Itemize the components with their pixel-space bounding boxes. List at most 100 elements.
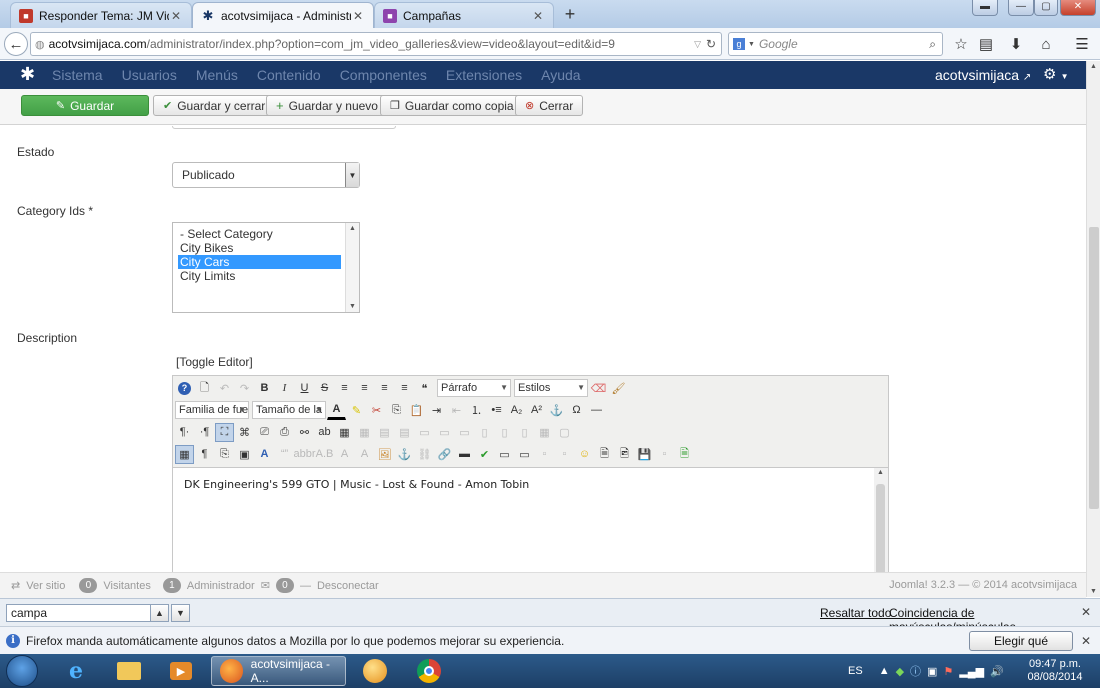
visitors-label[interactable]: Visitantes bbox=[103, 580, 151, 592]
network-signal-icon[interactable]: ▂▄▆ bbox=[959, 665, 984, 678]
bookmark-star-icon[interactable]: ☆ bbox=[949, 32, 973, 56]
row-props-icon[interactable]: ▤ bbox=[375, 423, 394, 442]
col-before-icon[interactable]: ▯ bbox=[475, 423, 494, 442]
template-dim-icon[interactable]: ▫ bbox=[555, 445, 574, 464]
close-tab-icon[interactable]: ✕ bbox=[169, 9, 183, 23]
tab-campanas[interactable]: ■ Campañas ✕ bbox=[374, 2, 554, 28]
start-button[interactable] bbox=[6, 655, 38, 687]
volume-icon[interactable]: 🔊 bbox=[990, 665, 1004, 678]
choose-what-share-button[interactable]: Elegir qué comparto bbox=[969, 631, 1073, 666]
find-previous-button[interactable]: ▲ bbox=[150, 604, 169, 622]
blockquote-icon[interactable]: ❝ bbox=[415, 379, 434, 398]
listbox-scrollbar[interactable]: ▲ ▼ bbox=[345, 223, 359, 312]
copy-icon[interactable]: ⎘ bbox=[387, 401, 406, 420]
insert-file-icon[interactable]: 🗎 bbox=[675, 445, 694, 464]
close-notification-icon[interactable]: ✕ bbox=[1081, 634, 1091, 648]
superscript-icon[interactable]: A² bbox=[527, 401, 546, 420]
subscript-icon[interactable]: A₂ bbox=[507, 401, 526, 420]
pagebreak-icon[interactable]: ▭ bbox=[515, 445, 534, 464]
scroll-up-icon[interactable]: ▲ bbox=[1090, 63, 1097, 70]
page-scrollbar[interactable]: ▲ ▼ bbox=[1086, 61, 1100, 597]
font-style-icon[interactable]: A bbox=[255, 445, 274, 464]
align-justify-icon[interactable]: ≡ bbox=[335, 379, 354, 398]
delete-row-icon[interactable]: ▭ bbox=[455, 423, 474, 442]
url-bar[interactable]: ◍ acotvsimijaca.com/administrator/index.… bbox=[30, 32, 722, 56]
category-option[interactable]: City Bikes bbox=[178, 241, 341, 255]
bookmarks-list-icon[interactable]: ▤ bbox=[974, 32, 998, 56]
save-button[interactable]: ✎ Guardar bbox=[21, 95, 149, 116]
acronym-icon[interactable]: A.B bbox=[315, 445, 334, 464]
insertion-icon[interactable]: A bbox=[355, 445, 374, 464]
nonbreaking-icon[interactable]: ▭ bbox=[495, 445, 514, 464]
help-icon[interactable]: ? bbox=[175, 379, 194, 398]
inline-popup-icon[interactable]: ▫ bbox=[535, 445, 554, 464]
toggle-editor-link[interactable]: [Toggle Editor] bbox=[176, 355, 253, 369]
search-icon[interactable]: ⌕ bbox=[929, 37, 936, 52]
print-icon[interactable]: ⎙ bbox=[275, 423, 294, 442]
menu-icon[interactable]: ☰ bbox=[1070, 32, 1094, 56]
special-char-icon[interactable]: Ω bbox=[567, 401, 586, 420]
eraser-icon[interactable]: ⌫ bbox=[589, 379, 608, 398]
insert-layer-icon[interactable]: ⎘ bbox=[215, 445, 234, 464]
scroll-down-icon[interactable]: ▼ bbox=[1090, 588, 1097, 595]
anchor-icon[interactable]: ⚓ bbox=[547, 401, 566, 420]
menu-item-menus[interactable]: Menús bbox=[196, 67, 238, 83]
close-window-button[interactable]: ✕ bbox=[1060, 0, 1096, 16]
save-close-button[interactable]: ✔ Guardar y cerrar bbox=[153, 95, 276, 116]
downloads-icon[interactable]: ⬇ bbox=[1004, 32, 1028, 56]
taskbar-firefox-window[interactable]: acotvsimijaca - A... bbox=[211, 656, 346, 686]
close-tab-icon[interactable]: ✕ bbox=[351, 9, 365, 23]
back-button[interactable]: ← bbox=[4, 32, 28, 56]
user-gear-menu-icon[interactable]: ⚙ ▼ bbox=[1043, 65, 1069, 83]
media-player-icon[interactable]: ▶ bbox=[160, 657, 202, 685]
deletion-icon[interactable]: A bbox=[335, 445, 354, 464]
category-option-selected[interactable]: City Cars bbox=[178, 255, 341, 269]
strikethrough-icon[interactable]: S bbox=[315, 379, 334, 398]
anchor-insert-icon[interactable]: ⚓ bbox=[395, 445, 414, 464]
style-props-icon[interactable]: ▣ bbox=[235, 445, 254, 464]
page-scroll-thumb[interactable] bbox=[1089, 227, 1099, 509]
table-icon[interactable]: ▦ bbox=[335, 423, 354, 442]
app-orange-icon[interactable] bbox=[354, 657, 396, 685]
row-before-icon[interactable]: ▭ bbox=[415, 423, 434, 442]
paste-icon[interactable]: 📋 bbox=[407, 401, 426, 420]
logout-link[interactable]: Desconectar bbox=[317, 580, 379, 592]
redo-icon[interactable]: ↷ bbox=[235, 379, 254, 398]
split-cells-icon[interactable]: ▦ bbox=[535, 423, 554, 442]
clock[interactable]: 09:47 p.m. 08/08/2014 bbox=[1025, 658, 1085, 684]
chrome-icon[interactable] bbox=[408, 657, 450, 685]
tray-network-app-icon[interactable]: ▣ bbox=[927, 665, 937, 678]
maximize-button[interactable]: ▢ bbox=[1034, 0, 1058, 16]
home-icon[interactable]: ⌂ bbox=[1034, 32, 1058, 56]
media-icon[interactable]: ▬ bbox=[455, 445, 474, 464]
source-code-icon[interactable]: ⌘ bbox=[235, 423, 254, 442]
scroll-up-icon[interactable]: ▲ bbox=[877, 469, 884, 476]
menu-item-componentes[interactable]: Componentes bbox=[340, 67, 427, 83]
unlink-icon[interactable]: ⛓ bbox=[415, 445, 434, 464]
font-size-select[interactable]: Tamaño de la f ▼ bbox=[252, 401, 326, 419]
preview-icon[interactable]: ▫ bbox=[655, 445, 674, 464]
search-box[interactable]: g ▼ Google ⌕ bbox=[728, 32, 943, 56]
category-option[interactable]: - Select Category bbox=[178, 227, 341, 241]
minimize-button[interactable]: — bbox=[1008, 0, 1034, 16]
tray-expand-icon[interactable]: ▲ bbox=[879, 665, 890, 677]
editor-scroll-thumb[interactable] bbox=[876, 484, 885, 572]
find-input[interactable]: campa bbox=[6, 604, 151, 622]
indent-icon[interactable]: ⇥ bbox=[427, 401, 446, 420]
underline-icon[interactable]: U bbox=[295, 379, 314, 398]
menu-item-ayuda[interactable]: Ayuda bbox=[541, 67, 580, 83]
close-find-icon[interactable]: ✕ bbox=[1081, 605, 1091, 619]
messages-badge[interactable]: 0 bbox=[275, 578, 294, 593]
ltr-icon[interactable]: ¶· bbox=[175, 423, 194, 442]
estado-select[interactable]: Publicado ▼ bbox=[172, 162, 360, 188]
outdent-icon[interactable]: ⇤ bbox=[447, 401, 466, 420]
menu-item-contenido[interactable]: Contenido bbox=[257, 67, 321, 83]
new-document-icon[interactable]: 🗋 bbox=[195, 379, 214, 398]
undo-icon[interactable]: ↶ bbox=[215, 379, 234, 398]
google-icon[interactable]: g bbox=[733, 38, 745, 50]
ie-icon[interactable]: e bbox=[55, 657, 97, 685]
highlight-color-icon[interactable]: ✎ bbox=[347, 401, 366, 420]
template-icon[interactable]: ⎚ bbox=[255, 423, 274, 442]
editor-scrollbar[interactable]: ▲ bbox=[874, 468, 888, 572]
replace-icon[interactable]: ab bbox=[315, 423, 334, 442]
